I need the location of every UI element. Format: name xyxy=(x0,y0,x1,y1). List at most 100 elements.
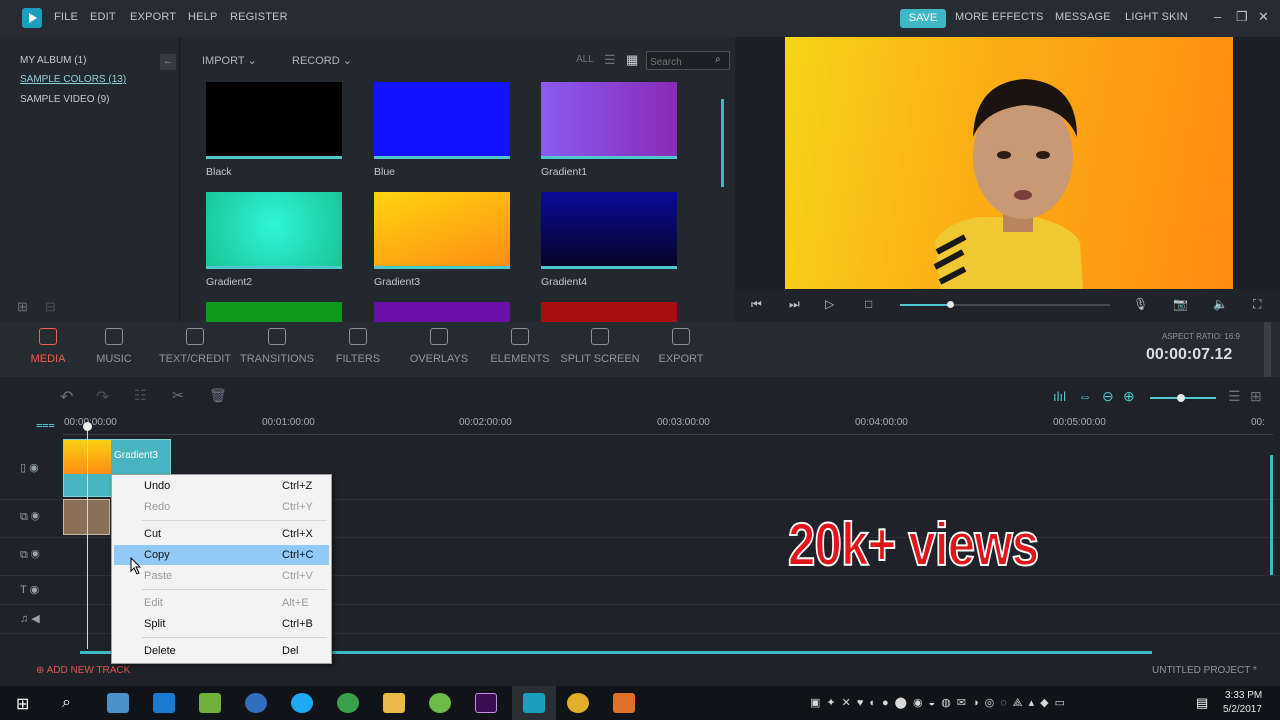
step-forward-icon[interactable]: ⏭ xyxy=(789,297,800,312)
timeline-vscroll[interactable] xyxy=(1270,455,1273,575)
grid-icon[interactable]: ⊞ xyxy=(1250,388,1262,405)
timeline-ruler[interactable] xyxy=(63,430,1273,435)
edge-browser-icon[interactable] xyxy=(153,693,175,713)
fullscreen-icon[interactable]: ⛶ xyxy=(1253,297,1261,312)
tool-split-screen[interactable]: SPLIT SCREEN xyxy=(560,328,640,365)
fit-timeline-icon[interactable]: ⇔ xyxy=(1078,388,1092,404)
pip-track-2-icon[interactable]: ⧉ ◉ xyxy=(20,549,40,562)
grid-view-icon[interactable]: ▦ xyxy=(626,52,638,68)
thumb-gradient4[interactable] xyxy=(541,192,677,269)
text-track-icon[interactable]: T ◉ xyxy=(20,583,39,596)
play-icon[interactable]: ▷ xyxy=(825,297,834,311)
add-folder-icon[interactable]: ⊞ xyxy=(17,299,28,315)
microphone-icon[interactable]: 🎙 xyxy=(1133,297,1148,311)
thumb-blue[interactable] xyxy=(374,82,510,159)
save-button[interactable]: SAVE xyxy=(900,9,946,28)
skip-back-icon[interactable]: ⏮ xyxy=(751,297,762,312)
menu-export[interactable]: EXPORT xyxy=(130,11,176,23)
remove-folder-icon: ⊟ xyxy=(45,299,56,314)
tool-text-credit[interactable]: TEXT/CREDIT xyxy=(155,328,235,365)
volume-icon[interactable]: 🔈 xyxy=(1213,297,1228,311)
app-orange-icon[interactable] xyxy=(613,693,635,713)
preview-progress-track[interactable] xyxy=(900,301,1110,308)
record-dropdown[interactable]: RECORD ⌄ xyxy=(292,54,352,67)
add-new-track-button[interactable]: ⊕ ADD NEW TRACK xyxy=(36,665,130,676)
ctx-delete[interactable]: Delete Del xyxy=(114,641,329,661)
menu-help[interactable]: HELP xyxy=(188,11,218,23)
tool-export[interactable]: EXPORT xyxy=(641,328,721,365)
tool-filters[interactable]: FILTERS xyxy=(318,328,398,365)
collapse-arrow-icon[interactable]: ← xyxy=(160,54,176,70)
premiere-pro-icon[interactable] xyxy=(475,693,497,713)
thumb-gradient1[interactable] xyxy=(541,82,677,159)
clock-date[interactable]: 5/2/2017 xyxy=(1223,704,1262,715)
album-my-album[interactable]: MY ALBUM (1) xyxy=(20,55,87,66)
tool-music[interactable]: MUSIC xyxy=(74,328,154,365)
menu-edit[interactable]: EDIT xyxy=(90,11,116,23)
toolbar-scrollbar[interactable] xyxy=(1264,322,1271,377)
thumb-red-partial[interactable] xyxy=(541,302,677,322)
globe-app-icon[interactable] xyxy=(245,693,267,713)
zoom-in-icon[interactable]: ⊕ xyxy=(1123,388,1135,405)
cut-icon[interactable]: ✂ xyxy=(172,387,184,404)
stop-icon[interactable]: □ xyxy=(865,297,872,311)
pip-track-icon[interactable]: ⧉ ◉ xyxy=(20,511,40,524)
skype-icon[interactable] xyxy=(291,693,313,713)
notifications-icon[interactable]: ▤ xyxy=(1196,695,1208,711)
progress-handle[interactable] xyxy=(947,301,954,308)
ctx-copy[interactable]: Copy Ctrl+C xyxy=(114,545,329,565)
thumb-gradient2[interactable] xyxy=(206,192,342,269)
vlc-like-icon[interactable] xyxy=(429,693,451,713)
ctx-undo[interactable]: Undo Ctrl+Z xyxy=(114,476,329,496)
filter-all[interactable]: ALL xyxy=(576,54,594,65)
filmora-taskbar-active[interactable] xyxy=(512,686,556,720)
zoom-slider[interactable] xyxy=(1150,394,1216,402)
album-sample-video[interactable]: SAMPLE VIDEO (9) xyxy=(20,94,109,105)
snapshot-icon[interactable]: 📷 xyxy=(1173,297,1188,311)
tool-overlays[interactable]: OVERLAYS xyxy=(399,328,479,365)
tool-transitions[interactable]: TRANSITIONS xyxy=(237,328,317,365)
zoom-out-icon[interactable]: ⊖ xyxy=(1102,388,1114,405)
playhead-handle[interactable] xyxy=(83,422,92,431)
chrome-icon[interactable] xyxy=(567,693,589,713)
menu-file[interactable]: FILE xyxy=(54,11,78,23)
audio-mixer-icon[interactable]: ılıl xyxy=(1053,389,1066,404)
video-track-icon[interactable]: ▯ ◉ xyxy=(20,461,39,474)
undo-icon[interactable]: ↶ xyxy=(60,387,73,407)
album-sample-colors[interactable]: SAMPLE COLORS (13) xyxy=(20,74,126,85)
import-dropdown[interactable]: IMPORT ⌄ xyxy=(202,54,257,67)
list-view-icon[interactable]: ☰ xyxy=(604,52,616,68)
stack-app-icon[interactable] xyxy=(199,693,221,713)
clock-time[interactable]: 3:33 PM xyxy=(1225,690,1262,701)
delete-icon[interactable]: 🗑 xyxy=(209,387,227,404)
menu-register[interactable]: REGISTER xyxy=(230,11,288,23)
search-taskbar-icon[interactable]: ⌕ xyxy=(62,694,71,712)
ctx-split[interactable]: Split Ctrl+B xyxy=(114,614,329,634)
message-button[interactable]: MESSAGE xyxy=(1055,11,1111,23)
utorrent-icon[interactable] xyxy=(337,693,359,713)
music-track-icon[interactable]: ♫ ◀ xyxy=(20,612,40,625)
windows-start-icon[interactable]: ⊞ xyxy=(16,694,29,714)
playhead[interactable] xyxy=(87,427,88,649)
minimize-icon[interactable]: – xyxy=(1214,9,1221,24)
close-icon[interactable]: ✕ xyxy=(1258,9,1269,25)
search-icon[interactable]: ⌕ xyxy=(715,54,721,65)
system-tray-icons[interactable]: ▣✦✕♥◐●⬤◉◒◍✉◑◎◌⟁▴◆▭ xyxy=(810,696,1071,710)
list-icon[interactable]: ☰ xyxy=(1228,388,1241,405)
snipping-tool-icon[interactable] xyxy=(107,693,129,713)
thumb-black[interactable] xyxy=(206,82,342,159)
thumb-purple-partial[interactable] xyxy=(374,302,510,322)
ctx-cut[interactable]: Cut Ctrl+X xyxy=(114,524,329,544)
tool-elements[interactable]: ELEMENTS xyxy=(480,328,560,365)
search-field[interactable]: ⌕ xyxy=(646,51,730,71)
maximize-icon[interactable]: ❐ xyxy=(1236,9,1248,25)
media-scrollbar[interactable] xyxy=(721,99,724,187)
thumb-green-partial[interactable] xyxy=(206,302,342,322)
light-skin-button[interactable]: LIGHT SKIN xyxy=(1125,11,1188,23)
file-explorer-icon[interactable] xyxy=(383,693,405,713)
search-input[interactable] xyxy=(647,54,713,71)
more-effects-button[interactable]: MORE EFFECTS xyxy=(955,11,1044,23)
magnet-icon[interactable]: ⩶ xyxy=(36,419,55,432)
thumb-gradient3[interactable] xyxy=(374,192,510,269)
zoom-slider-handle[interactable] xyxy=(1177,394,1185,402)
